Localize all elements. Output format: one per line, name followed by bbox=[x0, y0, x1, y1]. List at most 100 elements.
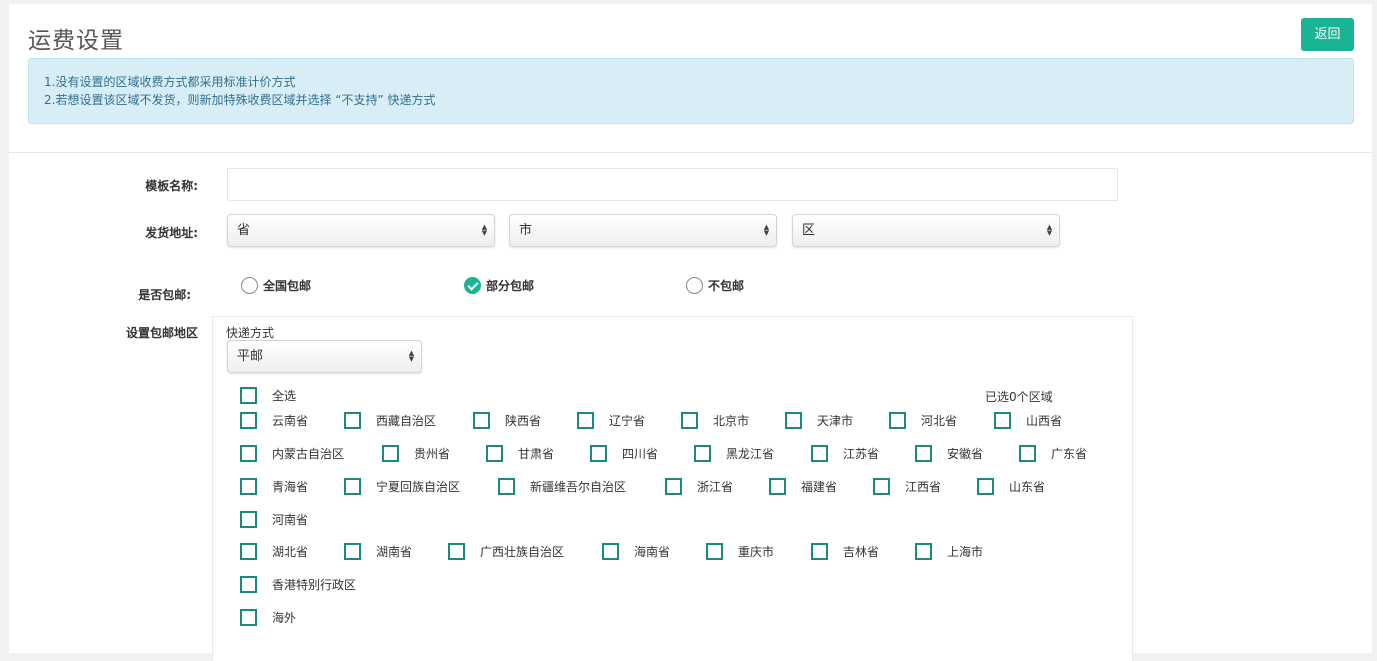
checkbox-icon[interactable] bbox=[486, 445, 503, 462]
checkbox-icon[interactable] bbox=[590, 445, 607, 462]
checkbox-icon[interactable] bbox=[889, 412, 906, 429]
checkbox-icon[interactable] bbox=[344, 543, 361, 560]
checkbox-icon[interactable] bbox=[915, 543, 932, 560]
select-all-label: 全选 bbox=[272, 389, 297, 403]
checkbox-icon[interactable] bbox=[873, 478, 890, 495]
checkbox-icon[interactable] bbox=[240, 387, 257, 404]
region-checkbox[interactable]: 山东省 bbox=[977, 478, 1045, 495]
region-checkbox[interactable]: 吉林省 bbox=[811, 543, 879, 560]
express-select-value: 平邮 bbox=[237, 349, 264, 364]
region-checkbox[interactable]: 香港特别行政区 bbox=[240, 576, 356, 593]
radio-unchecked-icon[interactable] bbox=[241, 277, 258, 294]
region-checkbox[interactable]: 贵州省 bbox=[382, 445, 450, 462]
region-checkbox[interactable]: 云南省 bbox=[240, 412, 308, 429]
checkbox-icon[interactable] bbox=[240, 412, 257, 429]
checkbox-icon[interactable] bbox=[344, 412, 361, 429]
province-select-value: 省 bbox=[237, 223, 251, 238]
checkbox-icon[interactable] bbox=[769, 478, 786, 495]
region-checkbox[interactable]: 陕西省 bbox=[473, 412, 541, 429]
region-checkbox[interactable]: 山西省 bbox=[994, 412, 1062, 429]
region-checkbox[interactable]: 广东省 bbox=[1019, 445, 1087, 462]
checkbox-icon[interactable] bbox=[681, 412, 698, 429]
region-checkbox[interactable]: 浙江省 bbox=[665, 478, 733, 495]
region-checkbox[interactable]: 安徽省 bbox=[915, 445, 983, 462]
express-select[interactable]: 平邮 ▲ ▼ bbox=[227, 340, 422, 373]
radio-checked-icon[interactable] bbox=[464, 277, 481, 294]
select-all-checkbox[interactable]: 全选 bbox=[240, 387, 296, 404]
checkbox-icon[interactable] bbox=[577, 412, 594, 429]
region-checkbox[interactable]: 福建省 bbox=[769, 478, 837, 495]
checkbox-icon[interactable] bbox=[811, 543, 828, 560]
region-name: 山东省 bbox=[1009, 480, 1046, 494]
checkbox-icon[interactable] bbox=[994, 412, 1011, 429]
city-select[interactable]: 市 ▲ ▼ bbox=[509, 214, 777, 247]
region-checkbox[interactable]: 北京市 bbox=[681, 412, 749, 429]
radio-unchecked-icon[interactable] bbox=[686, 277, 703, 294]
region-checkbox[interactable]: 宁夏回族自治区 bbox=[344, 478, 460, 495]
checkbox-icon[interactable] bbox=[785, 412, 802, 429]
region-checkbox[interactable]: 河北省 bbox=[889, 412, 957, 429]
region-checkbox[interactable]: 江西省 bbox=[873, 478, 941, 495]
checkbox-icon[interactable] bbox=[240, 478, 257, 495]
checkbox-icon[interactable] bbox=[498, 478, 515, 495]
region-name: 青海省 bbox=[272, 480, 309, 494]
checkbox-icon[interactable] bbox=[811, 445, 828, 462]
region-name: 内蒙古自治区 bbox=[272, 447, 345, 461]
divider bbox=[9, 152, 1372, 153]
region-checkbox[interactable]: 甘肃省 bbox=[486, 445, 554, 462]
district-select[interactable]: 区 ▲ ▼ bbox=[792, 214, 1060, 247]
template-name-input[interactable] bbox=[227, 168, 1118, 201]
notice-line-1: 1.没有设置的区域收费方式都采用标准计价方式 bbox=[44, 75, 296, 89]
checkbox-icon[interactable] bbox=[473, 412, 490, 429]
region-checkbox[interactable]: 四川省 bbox=[590, 445, 658, 462]
region-checkbox[interactable]: 广西壮族自治区 bbox=[448, 543, 564, 560]
checkbox-icon[interactable] bbox=[240, 576, 257, 593]
checkbox-icon[interactable] bbox=[1019, 445, 1036, 462]
region-name: 江西省 bbox=[905, 480, 942, 494]
checkbox-icon[interactable] bbox=[240, 445, 257, 462]
city-select-value: 市 bbox=[519, 223, 533, 238]
checkbox-icon[interactable] bbox=[240, 511, 257, 528]
region-checkbox[interactable]: 内蒙古自治区 bbox=[240, 445, 344, 462]
region-name: 陕西省 bbox=[505, 414, 542, 428]
region-checkbox[interactable]: 新疆维吾尔自治区 bbox=[498, 478, 626, 495]
checkbox-icon[interactable] bbox=[665, 478, 682, 495]
region-checkbox[interactable]: 辽宁省 bbox=[577, 412, 645, 429]
province-select[interactable]: 省 ▲ ▼ bbox=[227, 214, 495, 247]
checkbox-icon[interactable] bbox=[694, 445, 711, 462]
checkbox-icon[interactable] bbox=[706, 543, 723, 560]
region-checkbox[interactable]: 青海省 bbox=[240, 478, 308, 495]
region-checkbox[interactable]: 河南省 bbox=[240, 511, 308, 528]
region-checkbox[interactable]: 黑龙江省 bbox=[694, 445, 774, 462]
checkbox-icon[interactable] bbox=[344, 478, 361, 495]
district-select-value: 区 bbox=[802, 223, 816, 238]
radio-nationwide-free[interactable]: 全国包邮 bbox=[241, 277, 311, 294]
region-name: 安徽省 bbox=[947, 447, 984, 461]
region-name: 辽宁省 bbox=[609, 414, 646, 428]
region-checkbox[interactable]: 重庆市 bbox=[706, 543, 774, 560]
radio-not-free[interactable]: 不包邮 bbox=[686, 277, 744, 294]
radio-partial-free[interactable]: 部分包邮 bbox=[464, 277, 534, 294]
express-label: 快递方式 bbox=[226, 326, 275, 340]
page-title: 运费设置 bbox=[28, 28, 124, 54]
back-button[interactable]: 返回 bbox=[1301, 18, 1354, 51]
checkbox-icon[interactable] bbox=[448, 543, 465, 560]
select-arrows-icon: ▲ ▼ bbox=[763, 223, 770, 237]
checkbox-icon[interactable] bbox=[602, 543, 619, 560]
region-name: 宁夏回族自治区 bbox=[376, 480, 461, 494]
region-checkbox[interactable]: 湖北省 bbox=[240, 543, 308, 560]
region-checkbox[interactable]: 天津市 bbox=[785, 412, 853, 429]
checkbox-icon[interactable] bbox=[977, 478, 994, 495]
checkbox-icon[interactable] bbox=[382, 445, 399, 462]
region-checkbox[interactable]: 海外 bbox=[240, 609, 296, 626]
region-checkbox[interactable]: 江苏省 bbox=[811, 445, 879, 462]
region-checkbox[interactable]: 海南省 bbox=[602, 543, 670, 560]
region-name: 北京市 bbox=[713, 414, 750, 428]
region-checkbox[interactable]: 西藏自治区 bbox=[344, 412, 436, 429]
checkbox-icon[interactable] bbox=[240, 543, 257, 560]
region-name: 新疆维吾尔自治区 bbox=[530, 480, 627, 494]
checkbox-icon[interactable] bbox=[915, 445, 932, 462]
checkbox-icon[interactable] bbox=[240, 609, 257, 626]
region-checkbox[interactable]: 上海市 bbox=[915, 543, 983, 560]
region-checkbox[interactable]: 湖南省 bbox=[344, 543, 412, 560]
